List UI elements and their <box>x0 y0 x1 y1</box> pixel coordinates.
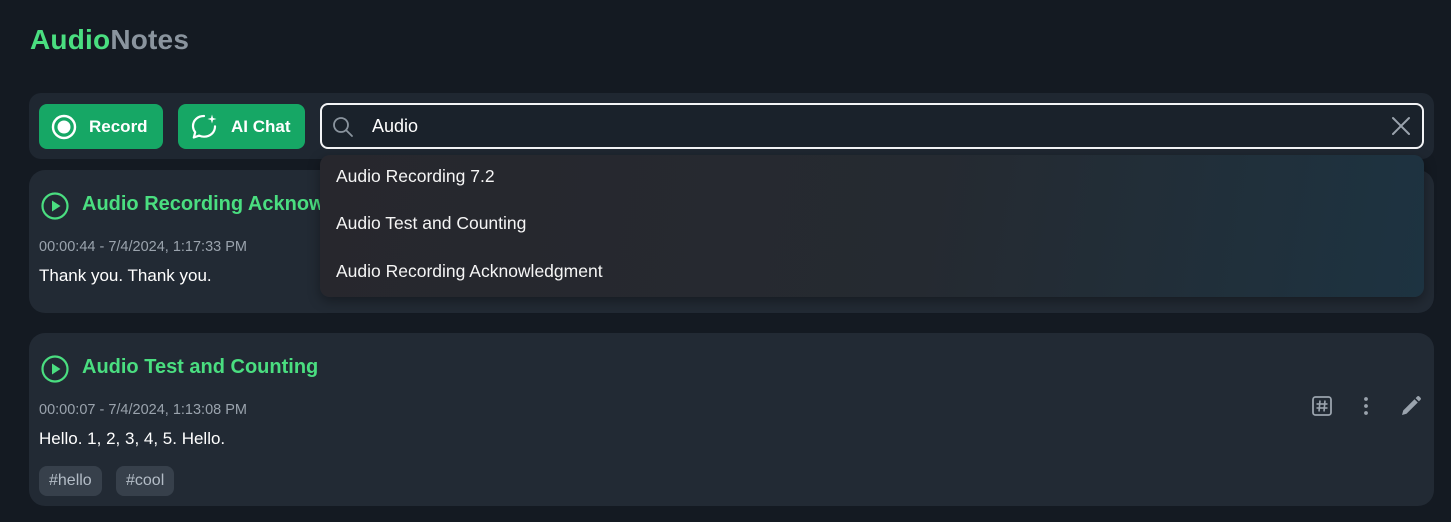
play-icon[interactable] <box>40 191 70 221</box>
ai-chat-icon <box>191 114 217 139</box>
search-input[interactable] <box>372 113 1352 139</box>
tag-chip[interactable]: #hello <box>39 466 102 496</box>
record-button-label: Record <box>89 116 148 136</box>
record-icon <box>51 114 77 139</box>
suggestion-item[interactable]: Audio Recording 7.2 <box>336 166 495 187</box>
ai-chat-button[interactable]: AI Chat <box>178 104 305 149</box>
toolbar: Record AI Chat <box>29 93 1434 159</box>
app-title: AudioNotes <box>30 24 189 56</box>
note-card[interactable]: Audio Test and Counting 00:00:07 - 7/4/2… <box>29 333 1434 506</box>
app-title-part1: Audio <box>30 24 111 55</box>
search-suggestions-dropdown: Audio Recording 7.2 Audio Test and Count… <box>320 155 1424 297</box>
search-box[interactable] <box>320 103 1424 149</box>
app-root: AudioNotes Record AI Chat Audio Audio Re… <box>0 0 1451 522</box>
suggestion-item[interactable]: Audio Recording Acknowledgment <box>336 261 603 282</box>
app-title-part2: Notes <box>110 24 190 55</box>
note-meta: 00:00:07 - 7/4/2024, 1:13:08 PM <box>39 402 247 418</box>
play-icon[interactable] <box>40 354 70 384</box>
hashtag-icon[interactable] <box>1311 395 1333 417</box>
note-title[interactable]: Audio Test and Counting <box>82 356 318 379</box>
tag-chip[interactable]: #cool <box>116 466 175 496</box>
record-button[interactable]: Record <box>39 104 163 149</box>
ai-chat-button-label: AI Chat <box>231 116 291 136</box>
suggestion-item[interactable]: Audio Test and Counting <box>336 213 526 234</box>
note-transcript: Thank you. Thank you. <box>39 266 212 285</box>
search-icon <box>333 117 353 137</box>
close-icon[interactable] <box>1390 115 1412 137</box>
edit-icon[interactable] <box>1399 394 1423 418</box>
note-transcript: Hello. 1, 2, 3, 4, 5. Hello. <box>39 429 226 448</box>
more-vertical-icon[interactable] <box>1355 395 1377 417</box>
note-meta: 00:00:44 - 7/4/2024, 1:17:33 PM <box>39 239 247 255</box>
